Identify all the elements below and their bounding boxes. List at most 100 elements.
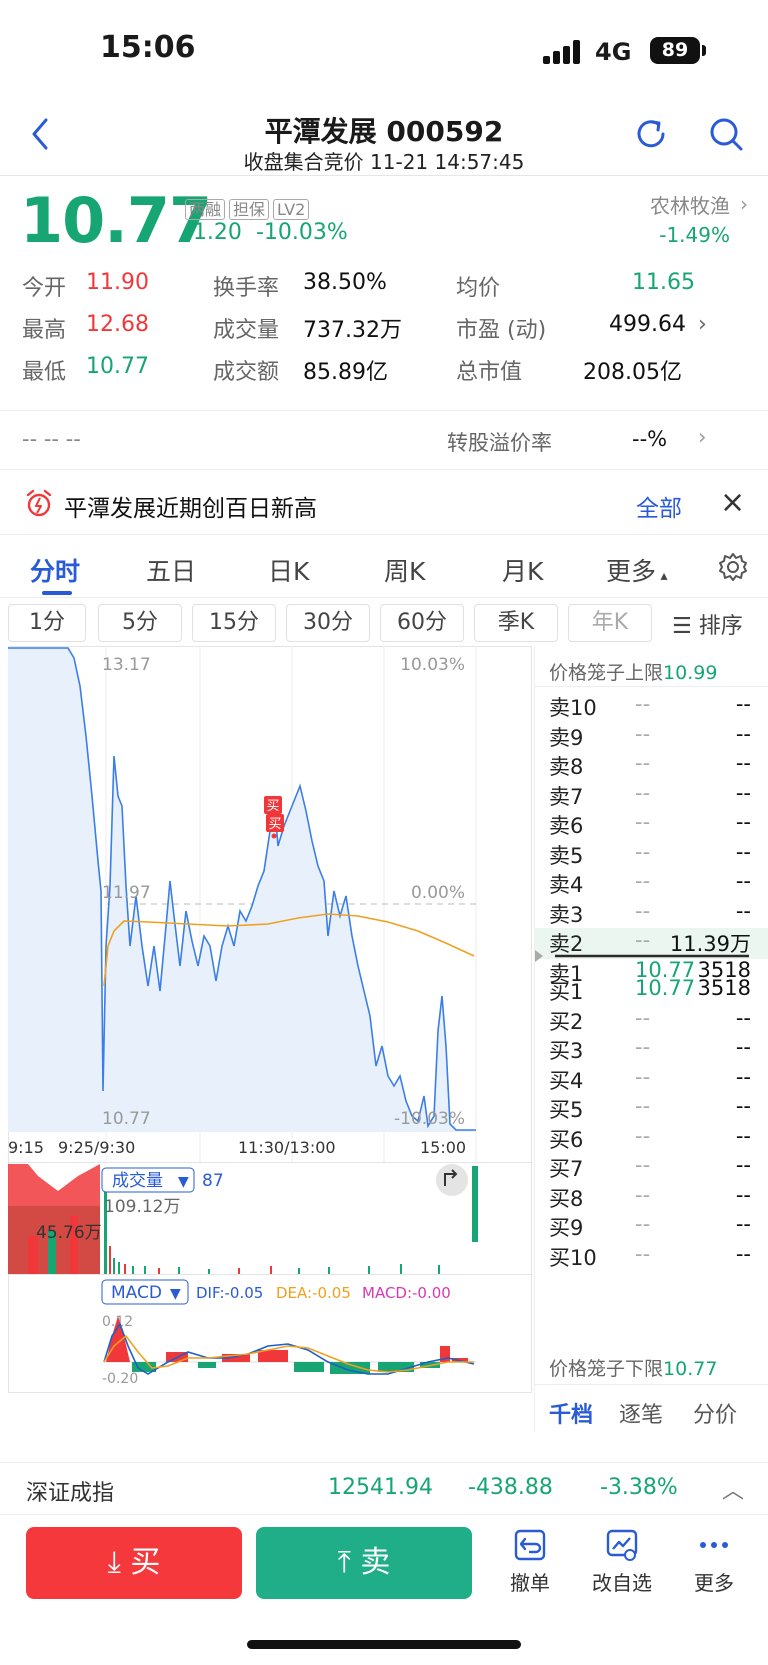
buy-marker-dot bbox=[271, 833, 277, 839]
book-row[interactable]: 买6 -- -- bbox=[535, 1124, 768, 1155]
book-label: 卖7 bbox=[549, 784, 584, 809]
conv-value: --% bbox=[632, 427, 668, 451]
pe-value: 499.64 bbox=[609, 312, 686, 337]
switch-panel-button[interactable] bbox=[436, 1164, 468, 1196]
sell-button[interactable]: ⤒ 卖 bbox=[256, 1527, 472, 1599]
book-row[interactable]: 卖3 -- -- bbox=[535, 899, 768, 930]
macd-dea-line bbox=[103, 1334, 474, 1373]
book-label: 买1 bbox=[549, 980, 584, 1004]
more-button[interactable]: 更多 bbox=[674, 1527, 754, 1596]
tab-monthly-k[interactable]: 月K bbox=[502, 552, 543, 588]
tab-daily-k[interactable]: 日K bbox=[268, 552, 309, 588]
period-year-k[interactable]: 年K bbox=[568, 604, 652, 642]
book-label: 买6 bbox=[549, 1127, 584, 1152]
tab-more[interactable]: 更多 ▴ bbox=[606, 552, 668, 588]
period-quarter-k[interactable]: 季K bbox=[474, 604, 558, 642]
book-row[interactable]: 买5 -- -- bbox=[535, 1094, 768, 1125]
intraday-chart[interactable]: 买 买 13.17 11.97 10.77 10.03% 0.00% -10.0… bbox=[8, 646, 532, 1432]
alarm-icon bbox=[26, 489, 52, 517]
pe-label[interactable]: 市盈 (动) bbox=[456, 312, 546, 344]
tab-price-dist[interactable]: 分价 bbox=[693, 1397, 737, 1429]
tab-depth[interactable]: 千档 bbox=[549, 1397, 593, 1429]
amount-value: 85.89亿 bbox=[303, 360, 388, 385]
book-label: 卖4 bbox=[549, 873, 584, 897]
index-change: -438.88 bbox=[468, 1475, 553, 1500]
macd-indicator-caret: ▼ bbox=[170, 1286, 181, 1302]
book-divider-top bbox=[535, 686, 768, 687]
book-row[interactable]: 卖5 -- -- bbox=[535, 840, 768, 871]
macd-dea: DEA:-0.05 bbox=[276, 1284, 351, 1302]
tab-intraday[interactable]: 分时 bbox=[30, 552, 80, 588]
book-row[interactable]: 买4 -- -- bbox=[535, 1065, 768, 1096]
period-1m[interactable]: 1分 bbox=[8, 604, 86, 642]
book-price: -- bbox=[635, 780, 651, 805]
book-row[interactable]: 买9 -- -- bbox=[535, 1212, 768, 1243]
book-row[interactable]: 卖6 -- -- bbox=[535, 810, 768, 841]
lower-limit-label: 价格笼子下限 bbox=[549, 1358, 664, 1380]
sector-link[interactable]: 农林牧渔 -1.49% › bbox=[650, 190, 748, 247]
book-row[interactable]: 卖4 -- -- bbox=[535, 869, 768, 900]
book-price: -- bbox=[635, 898, 651, 923]
price-bot-label: 10.77 bbox=[102, 1109, 151, 1129]
book-row[interactable]: 卖8 -- -- bbox=[535, 751, 768, 782]
book-vol: -- bbox=[735, 1123, 751, 1148]
book-label: 买8 bbox=[549, 1186, 584, 1211]
time-label-noon: 11:30/13:00 bbox=[238, 1138, 336, 1157]
lower-limit-value: 10.77 bbox=[663, 1358, 718, 1380]
sell-label: 卖 bbox=[360, 1545, 391, 1580]
book-row[interactable]: 买3 -- -- bbox=[535, 1035, 768, 1066]
status-time: 15:06 bbox=[100, 30, 196, 65]
book-price: -- bbox=[635, 1212, 651, 1236]
book-row[interactable]: 买10 -- -- bbox=[535, 1242, 768, 1273]
book-price: -- bbox=[635, 692, 651, 716]
price-area bbox=[8, 648, 476, 1132]
order-book: 价格笼子上限10.99 卖10 -- -- 卖9 -- -- 卖8 -- -- 卖7 -- -- 卖6 -… bbox=[534, 646, 768, 1432]
edit-watchlist-button[interactable]: 改自选 bbox=[582, 1527, 662, 1596]
period-5m[interactable]: 5分 bbox=[98, 604, 182, 642]
index-bar[interactable]: 深证成指 12541.94 -438.88 -3.38% ︿ bbox=[0, 1462, 768, 1514]
tab-underline bbox=[42, 591, 72, 595]
book-row[interactable]: 买7 -- -- bbox=[535, 1153, 768, 1184]
notice-all-link[interactable]: 全部 bbox=[636, 489, 682, 523]
tab-more-label: 更多 bbox=[606, 557, 657, 586]
book-row[interactable]: 卖7 -- -- bbox=[535, 781, 768, 812]
sort-button[interactable]: ☰ 排序 bbox=[672, 608, 743, 640]
tab-weekly-k[interactable]: 周K bbox=[384, 552, 425, 588]
tab-five-day[interactable]: 五日 bbox=[146, 552, 196, 588]
pct-bot-label: -10.03% bbox=[394, 1109, 465, 1129]
chevron-right-icon[interactable]: › bbox=[698, 312, 707, 337]
conversion-premium-row[interactable]: -- -- -- 转股溢价率 --% › bbox=[0, 410, 768, 470]
index-value: 12541.94 bbox=[328, 1475, 433, 1500]
book-vol: -- bbox=[735, 1035, 751, 1059]
more-dots-icon bbox=[700, 1542, 728, 1548]
tab-tick[interactable]: 逐笔 bbox=[619, 1397, 663, 1429]
book-row[interactable]: 买2 -- -- bbox=[535, 1006, 768, 1037]
chevron-right-icon: › bbox=[740, 192, 748, 216]
book-vol: -- bbox=[735, 1153, 751, 1177]
low-value: 10.77 bbox=[86, 354, 149, 379]
macd-bot-label: -0.20 bbox=[102, 1371, 138, 1387]
close-icon[interactable]: × bbox=[720, 485, 745, 520]
refresh-icon[interactable] bbox=[630, 113, 672, 155]
book-row[interactable]: 买8 -- -- bbox=[535, 1183, 768, 1214]
cancel-order-button[interactable]: 撤单 bbox=[490, 1527, 570, 1596]
notice-bar[interactable]: 平潭发展近期创百日新高 全部 × bbox=[0, 473, 768, 535]
volume-label: 成交量 bbox=[213, 318, 280, 343]
period-30m[interactable]: 30分 bbox=[286, 604, 370, 642]
high-label: 最高 bbox=[22, 318, 67, 343]
volume-indicator-value: 87 bbox=[202, 1171, 224, 1191]
tag-collateral: 担保 bbox=[229, 199, 270, 220]
chevron-up-icon[interactable]: ︿ bbox=[722, 1473, 744, 1505]
search-icon[interactable] bbox=[705, 113, 747, 155]
buy-button[interactable]: ⤓ 买 bbox=[26, 1527, 242, 1599]
period-15m[interactable]: 15分 bbox=[192, 604, 276, 642]
book-row[interactable]: 卖9 -- -- bbox=[535, 722, 768, 753]
upper-limit-value: 10.99 bbox=[663, 662, 718, 684]
settings-gear-icon[interactable] bbox=[718, 552, 748, 582]
period-60m[interactable]: 60分 bbox=[380, 604, 464, 642]
book-row[interactable]: 买1 10.77 3518 bbox=[535, 976, 768, 1007]
change-percent: -10.03% bbox=[255, 220, 348, 245]
open-label: 今开 bbox=[22, 276, 67, 301]
download-arrow-icon: ⤓ bbox=[107, 1545, 121, 1580]
book-row[interactable]: 卖10 -- -- bbox=[535, 692, 768, 723]
